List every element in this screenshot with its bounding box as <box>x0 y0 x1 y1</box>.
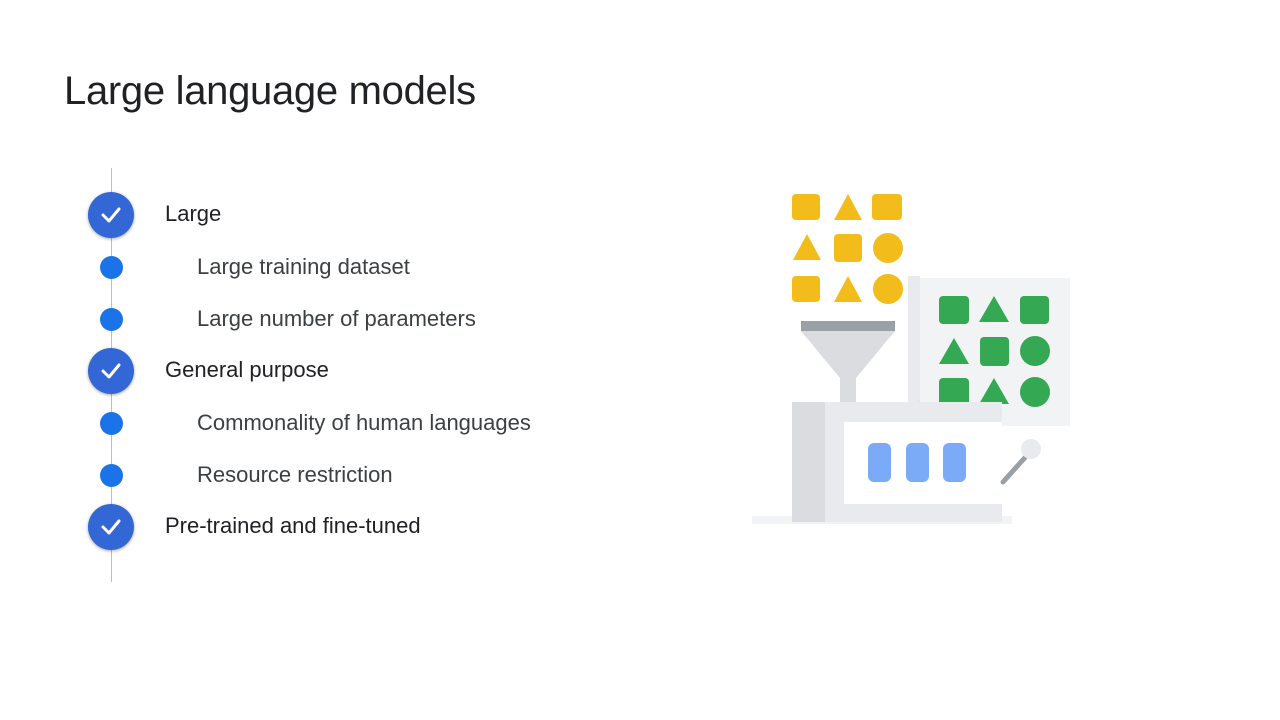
timeline-item-pretrained-finetuned: Pre-trained and fine-tuned <box>0 504 700 550</box>
slide-title: Large language models <box>64 69 476 113</box>
timeline-item-large-number-of-parameters: Large number of parameters <box>0 306 700 348</box>
factory-machine-illustration <box>752 194 1070 524</box>
yellow-triangle-icon <box>793 234 821 260</box>
yellow-circle-icon <box>873 274 903 304</box>
timeline-label-main: Pre-trained and fine-tuned <box>165 513 421 538</box>
green-square-icon <box>939 378 969 406</box>
yellow-square-icon <box>792 194 820 220</box>
funnel-icon <box>801 321 895 402</box>
green-square-icon <box>939 296 969 324</box>
yellow-circle-icon <box>873 233 903 263</box>
checkmark-icon <box>101 519 121 535</box>
timeline-item-large-training-dataset: Large training dataset <box>0 254 700 296</box>
blue-tile-icon <box>943 443 966 482</box>
yellow-shapes <box>792 194 903 304</box>
checkmark-icon <box>101 363 121 379</box>
dot-icon <box>100 308 123 331</box>
timeline-label-main: General purpose <box>165 357 329 382</box>
green-circle-icon <box>1020 377 1050 407</box>
check-circle-icon <box>88 348 134 394</box>
blue-tile-icon <box>868 443 891 482</box>
machine-body <box>792 402 1002 522</box>
lever-icon <box>1000 439 1041 485</box>
timeline-label-sub: Commonality of human languages <box>197 410 531 435</box>
green-shapes <box>939 296 1050 407</box>
timeline-item-resource-restriction: Resource restriction <box>0 462 700 504</box>
green-square-icon <box>1020 296 1049 324</box>
timeline-item-general-purpose: General purpose <box>0 348 700 394</box>
timeline-item-commonality: Commonality of human languages <box>0 410 700 452</box>
yellow-square-icon <box>792 276 820 302</box>
timeline-label-sub: Resource restriction <box>197 462 393 487</box>
green-square-icon <box>980 337 1009 366</box>
blue-tile-icon <box>906 443 929 482</box>
yellow-square-icon <box>872 194 902 220</box>
checkmark-icon <box>101 207 121 223</box>
timeline-label-sub: Large training dataset <box>197 254 410 279</box>
timeline-label-main: Large <box>165 201 222 226</box>
slide: Large language models Large Large traini… <box>0 0 1280 720</box>
timeline-label-sub: Large number of parameters <box>197 306 476 331</box>
check-circle-icon <box>88 192 134 238</box>
yellow-triangle-icon <box>834 276 862 302</box>
dot-icon <box>100 464 123 487</box>
yellow-square-icon <box>834 234 862 262</box>
yellow-triangle-icon <box>834 194 862 220</box>
timeline-item-large: Large <box>0 192 700 238</box>
green-circle-icon <box>1020 336 1050 366</box>
dot-icon <box>100 412 123 435</box>
dot-icon <box>100 256 123 279</box>
check-circle-icon <box>88 504 134 550</box>
